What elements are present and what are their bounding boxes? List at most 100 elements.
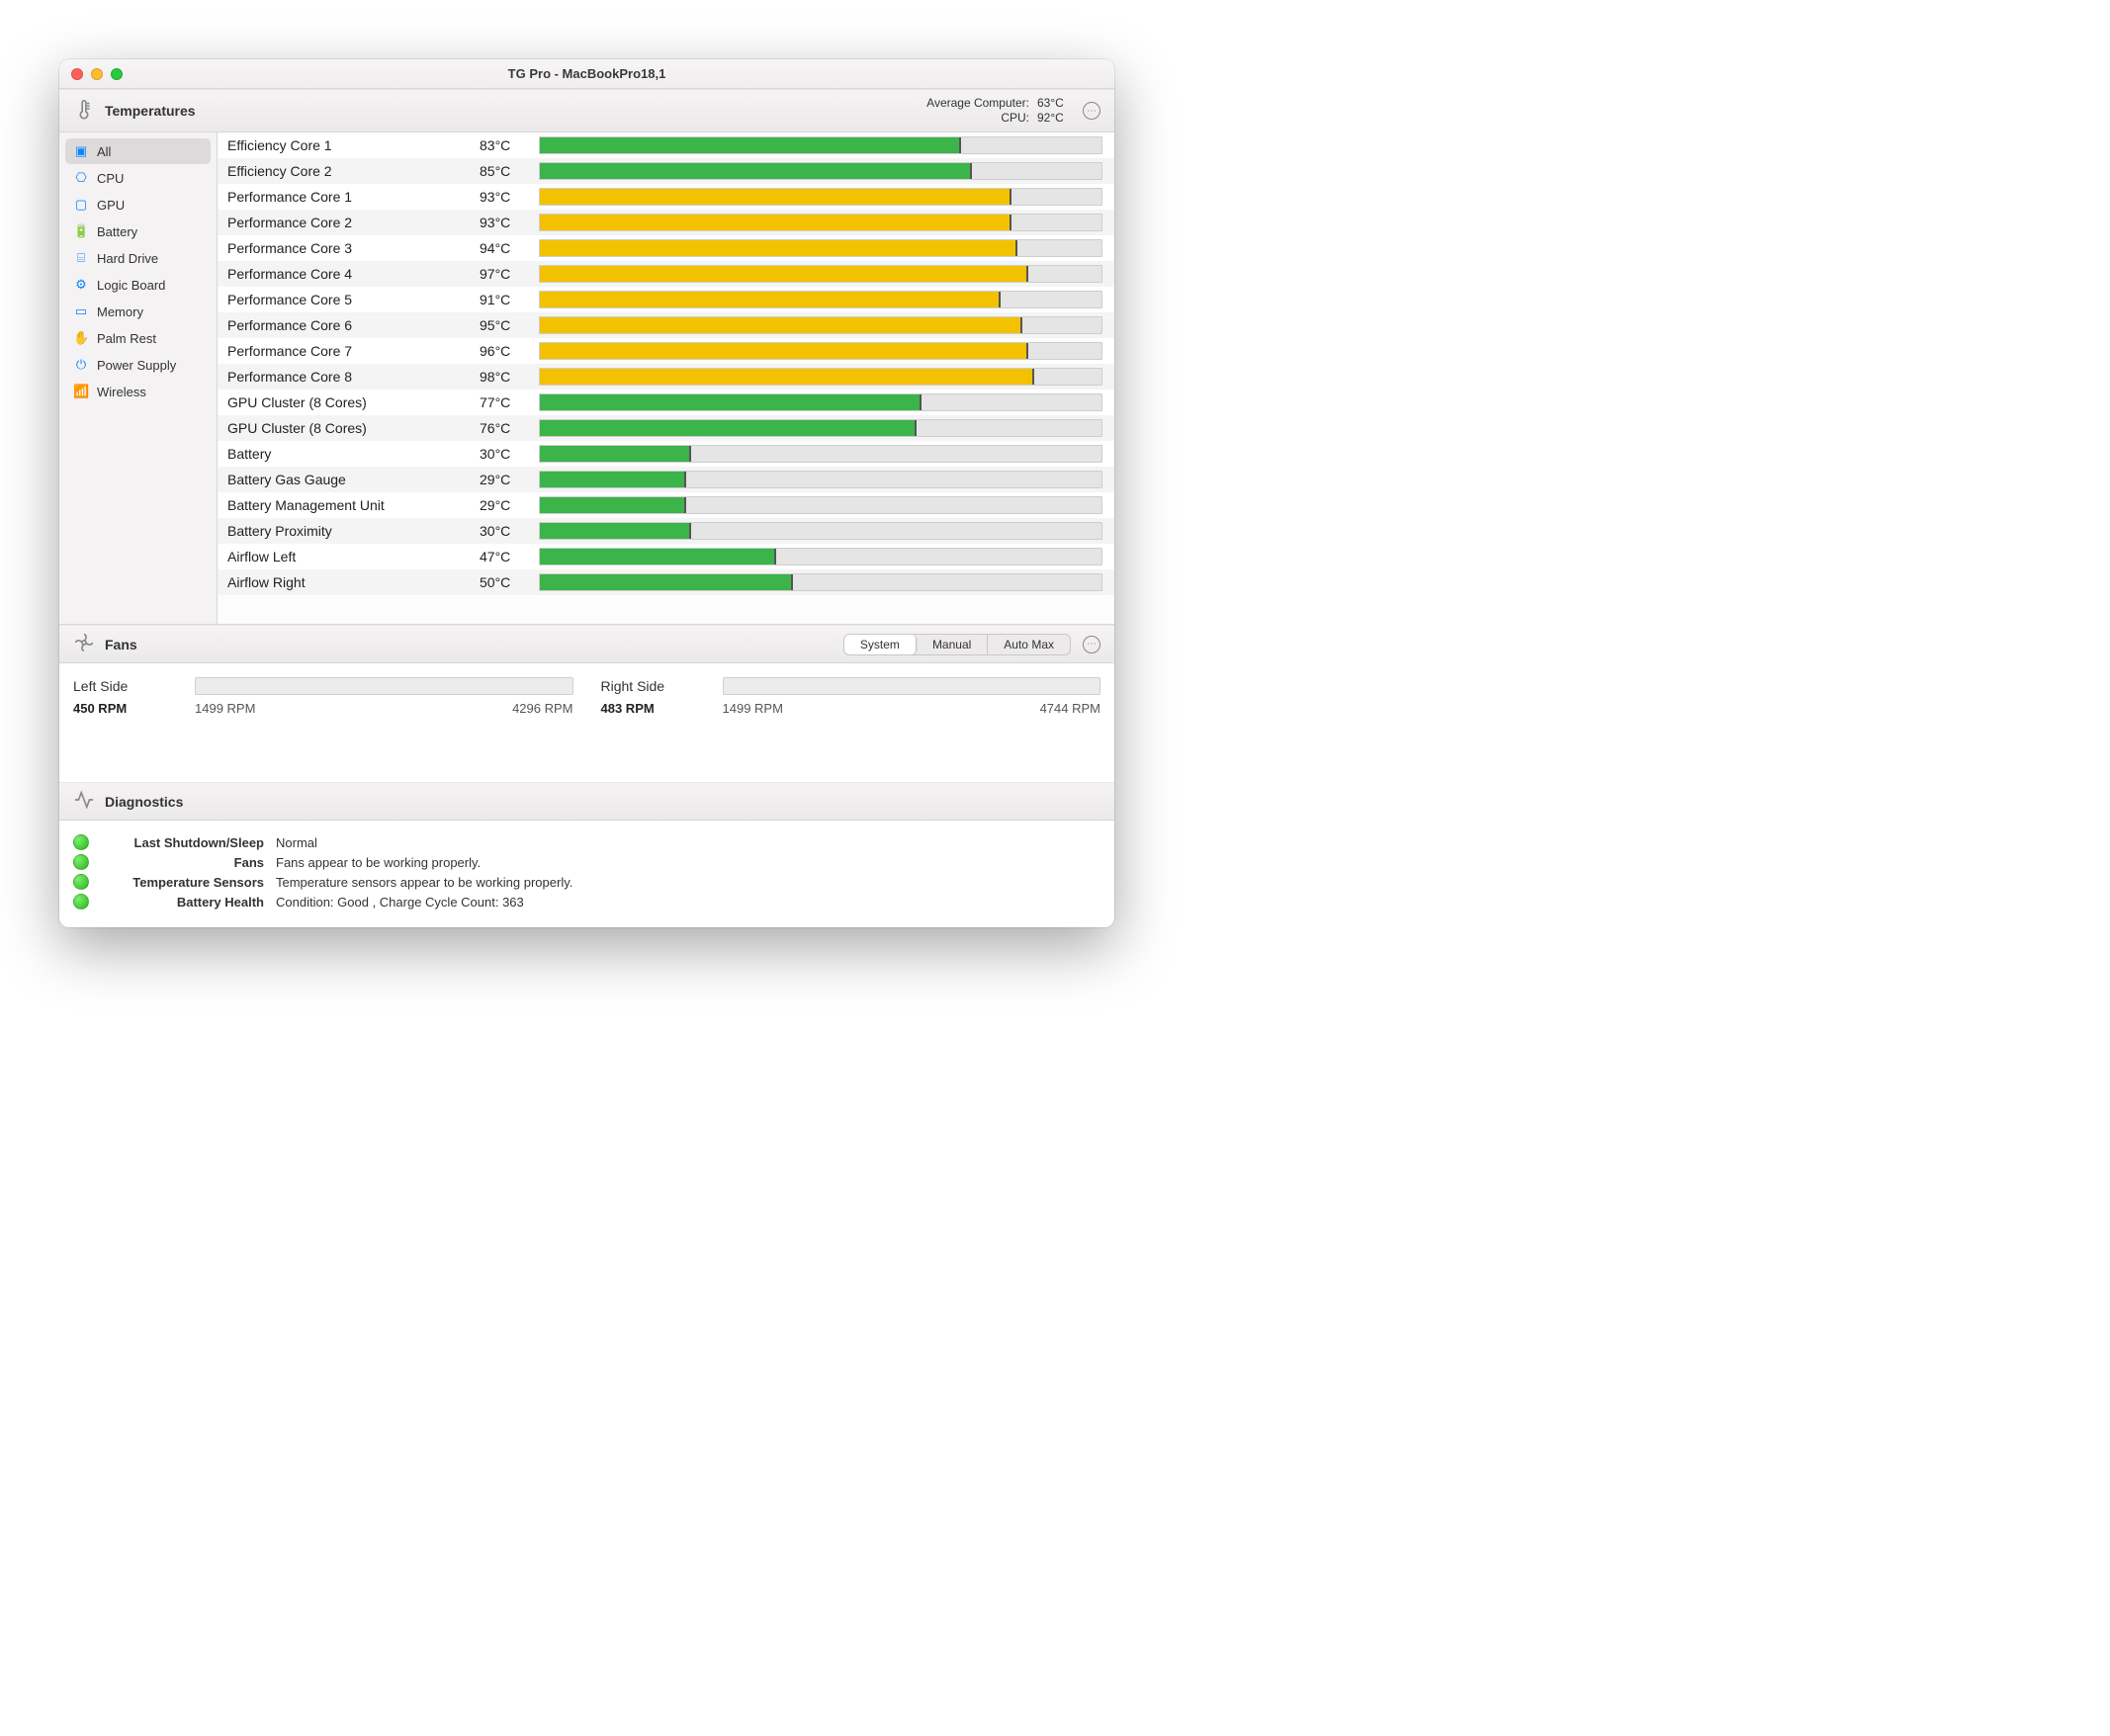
sensor-bar-fill — [540, 215, 1011, 230]
sensor-bar — [539, 316, 1102, 334]
sensor-bar — [539, 188, 1102, 206]
sensor-bar-fill — [540, 189, 1011, 205]
category-sidebar: ▣All⎔CPU ▢ GPU 🔋Battery⌸Hard Drive⚙Logic Bo… — [59, 132, 218, 624]
sensor-bar — [539, 291, 1102, 308]
sensor-name: Performance Core 6 — [227, 317, 480, 333]
sensor-name: Performance Core 3 — [227, 240, 480, 256]
sensor-bar — [539, 522, 1102, 540]
sensor-value: 30°C — [480, 523, 539, 539]
temperature-row: Battery Proximity30°C — [218, 518, 1114, 544]
sensor-bar-fill — [540, 292, 1001, 307]
sidebar-item-logic-board[interactable]: ⚙Logic Board — [65, 272, 211, 298]
temperatures-title: Temperatures — [105, 103, 196, 119]
sensor-bar-fill — [540, 523, 691, 539]
temperature-row: Performance Core 193°C — [218, 184, 1114, 210]
traffic-lights — [59, 68, 123, 80]
temperature-row: Performance Core 898°C — [218, 364, 1114, 390]
sidebar-item-wireless[interactable]: 📶Wireless — [65, 379, 211, 404]
fan-mode-system[interactable]: System — [844, 635, 917, 654]
temperature-row: Performance Core 497°C — [218, 261, 1114, 287]
sensor-name: Battery Management Unit — [227, 497, 480, 513]
sensor-name: Performance Core 5 — [227, 292, 480, 307]
sensor-value: 50°C — [480, 574, 539, 590]
sensor-bar-fill — [540, 163, 972, 179]
sensor-bar-fill — [540, 472, 686, 487]
temperature-row: GPU Cluster (8 Cores)77°C — [218, 390, 1114, 415]
temperature-list-wrap: Efficiency Core 183°CEfficiency Core 285… — [218, 132, 1114, 624]
sensor-name: Battery Gas Gauge — [227, 472, 480, 487]
status-dot-ok — [73, 894, 89, 910]
sensor-value: 47°C — [480, 549, 539, 564]
close-button[interactable] — [71, 68, 83, 80]
sensor-value: 93°C — [480, 189, 539, 205]
minimize-button[interactable] — [91, 68, 103, 80]
sidebar-item-label: GPU — [97, 198, 125, 213]
sidebar-item-battery[interactable]: 🔋Battery — [65, 218, 211, 244]
temperature-row: GPU Cluster (8 Cores)76°C — [218, 415, 1114, 441]
diagnostic-row: Battery HealthCondition: Good , Charge C… — [73, 894, 1100, 910]
sidebar-item-palm-rest[interactable]: ✋ Palm Rest — [65, 325, 211, 351]
sensor-bar — [539, 393, 1102, 411]
temperature-row: Battery Gas Gauge29°C — [218, 467, 1114, 492]
sensor-name: Airflow Left — [227, 549, 480, 564]
sensor-name: Performance Core 8 — [227, 369, 480, 385]
window-title: TG Pro - MacBookPro18,1 — [59, 66, 1114, 81]
fan-name: Right Side — [601, 678, 705, 694]
temperature-list[interactable]: Efficiency Core 183°CEfficiency Core 285… — [218, 132, 1114, 624]
fans-more-button[interactable]: ⋯ — [1083, 636, 1100, 653]
temperatures-body: ▣All⎔CPU ▢ GPU 🔋Battery⌸Hard Drive⚙Logic Bo… — [59, 132, 1114, 625]
status-dot-ok — [73, 874, 89, 890]
sensor-value: 94°C — [480, 240, 539, 256]
fan-rpm-min: 1499 RPM — [723, 701, 783, 716]
average-readout: Average Computer: 63°C CPU: 92°C — [926, 96, 1073, 126]
diagnostic-row: Last Shutdown/Sleep Normal — [73, 834, 1100, 850]
sidebar-item-gpu[interactable]: ▢ GPU — [65, 192, 211, 217]
sidebar-item-label: Palm Rest — [97, 331, 156, 346]
diagnostics-body: Last Shutdown/SleepNormalFansFans appear… — [59, 821, 1114, 927]
sensor-value: 30°C — [480, 446, 539, 462]
sidebar-item-cpu[interactable]: ⎔CPU — [65, 165, 211, 191]
temperature-row: Efficiency Core 285°C — [218, 158, 1114, 184]
sensor-bar — [539, 573, 1102, 591]
sidebar-item-label: All — [97, 144, 111, 159]
fan-slider[interactable] — [723, 677, 1101, 695]
maximize-button[interactable] — [111, 68, 123, 80]
temperature-row: Battery Management Unit29°C — [218, 492, 1114, 518]
battery-icon: 🔋 — [73, 223, 89, 239]
sensor-name: Performance Core 4 — [227, 266, 480, 282]
diagnostic-label: Last Shutdown/Sleep — [101, 835, 264, 850]
palm-rest-icon: ✋ — [73, 330, 89, 346]
diagnostic-value: Normal — [276, 835, 317, 850]
sidebar-item-memory[interactable]: ▭Memory — [65, 299, 211, 324]
temperature-row: Performance Core 695°C — [218, 312, 1114, 338]
sensor-name: Performance Core 1 — [227, 189, 480, 205]
sensor-bar — [539, 445, 1102, 463]
sensor-bar — [539, 419, 1102, 437]
sidebar-item-label: Logic Board — [97, 278, 165, 293]
sensor-name: Performance Core 7 — [227, 343, 480, 359]
sensor-value: 93°C — [480, 215, 539, 230]
sensor-bar — [539, 368, 1102, 386]
temperatures-more-button[interactable]: ⋯ — [1083, 102, 1100, 120]
sidebar-item-hard-drive[interactable]: ⌸Hard Drive — [65, 245, 211, 271]
sensor-name: Efficiency Core 1 — [227, 137, 480, 153]
thermometer-icon — [73, 99, 95, 124]
status-dot-ok — [73, 834, 89, 850]
fan-icon — [73, 632, 95, 656]
avg-cpu-label: CPU: — [1001, 111, 1029, 126]
sidebar-item-power-supply[interactable]: ⏻Power Supply — [65, 352, 211, 378]
sensor-bar-fill — [540, 343, 1028, 359]
fan-mode-auto-max[interactable]: Auto Max — [988, 635, 1070, 654]
sensor-value: 77°C — [480, 394, 539, 410]
diagnostics-header: Diagnostics — [59, 782, 1114, 821]
sensor-name: Airflow Right — [227, 574, 480, 590]
hard-drive-icon: ⌸ — [73, 250, 89, 266]
fan-mode-manual[interactable]: Manual — [917, 635, 988, 654]
sensor-bar — [539, 548, 1102, 565]
fan-name: Left Side — [73, 678, 177, 694]
titlebar: TG Pro - MacBookPro18,1 — [59, 59, 1114, 89]
fans-body: Left Side450 RPM1499 RPM4296 RPMRight Si… — [59, 663, 1114, 782]
gpu-icon: ▢ — [73, 197, 89, 213]
fan-slider[interactable] — [195, 677, 573, 695]
sidebar-item-all[interactable]: ▣All — [65, 138, 211, 164]
